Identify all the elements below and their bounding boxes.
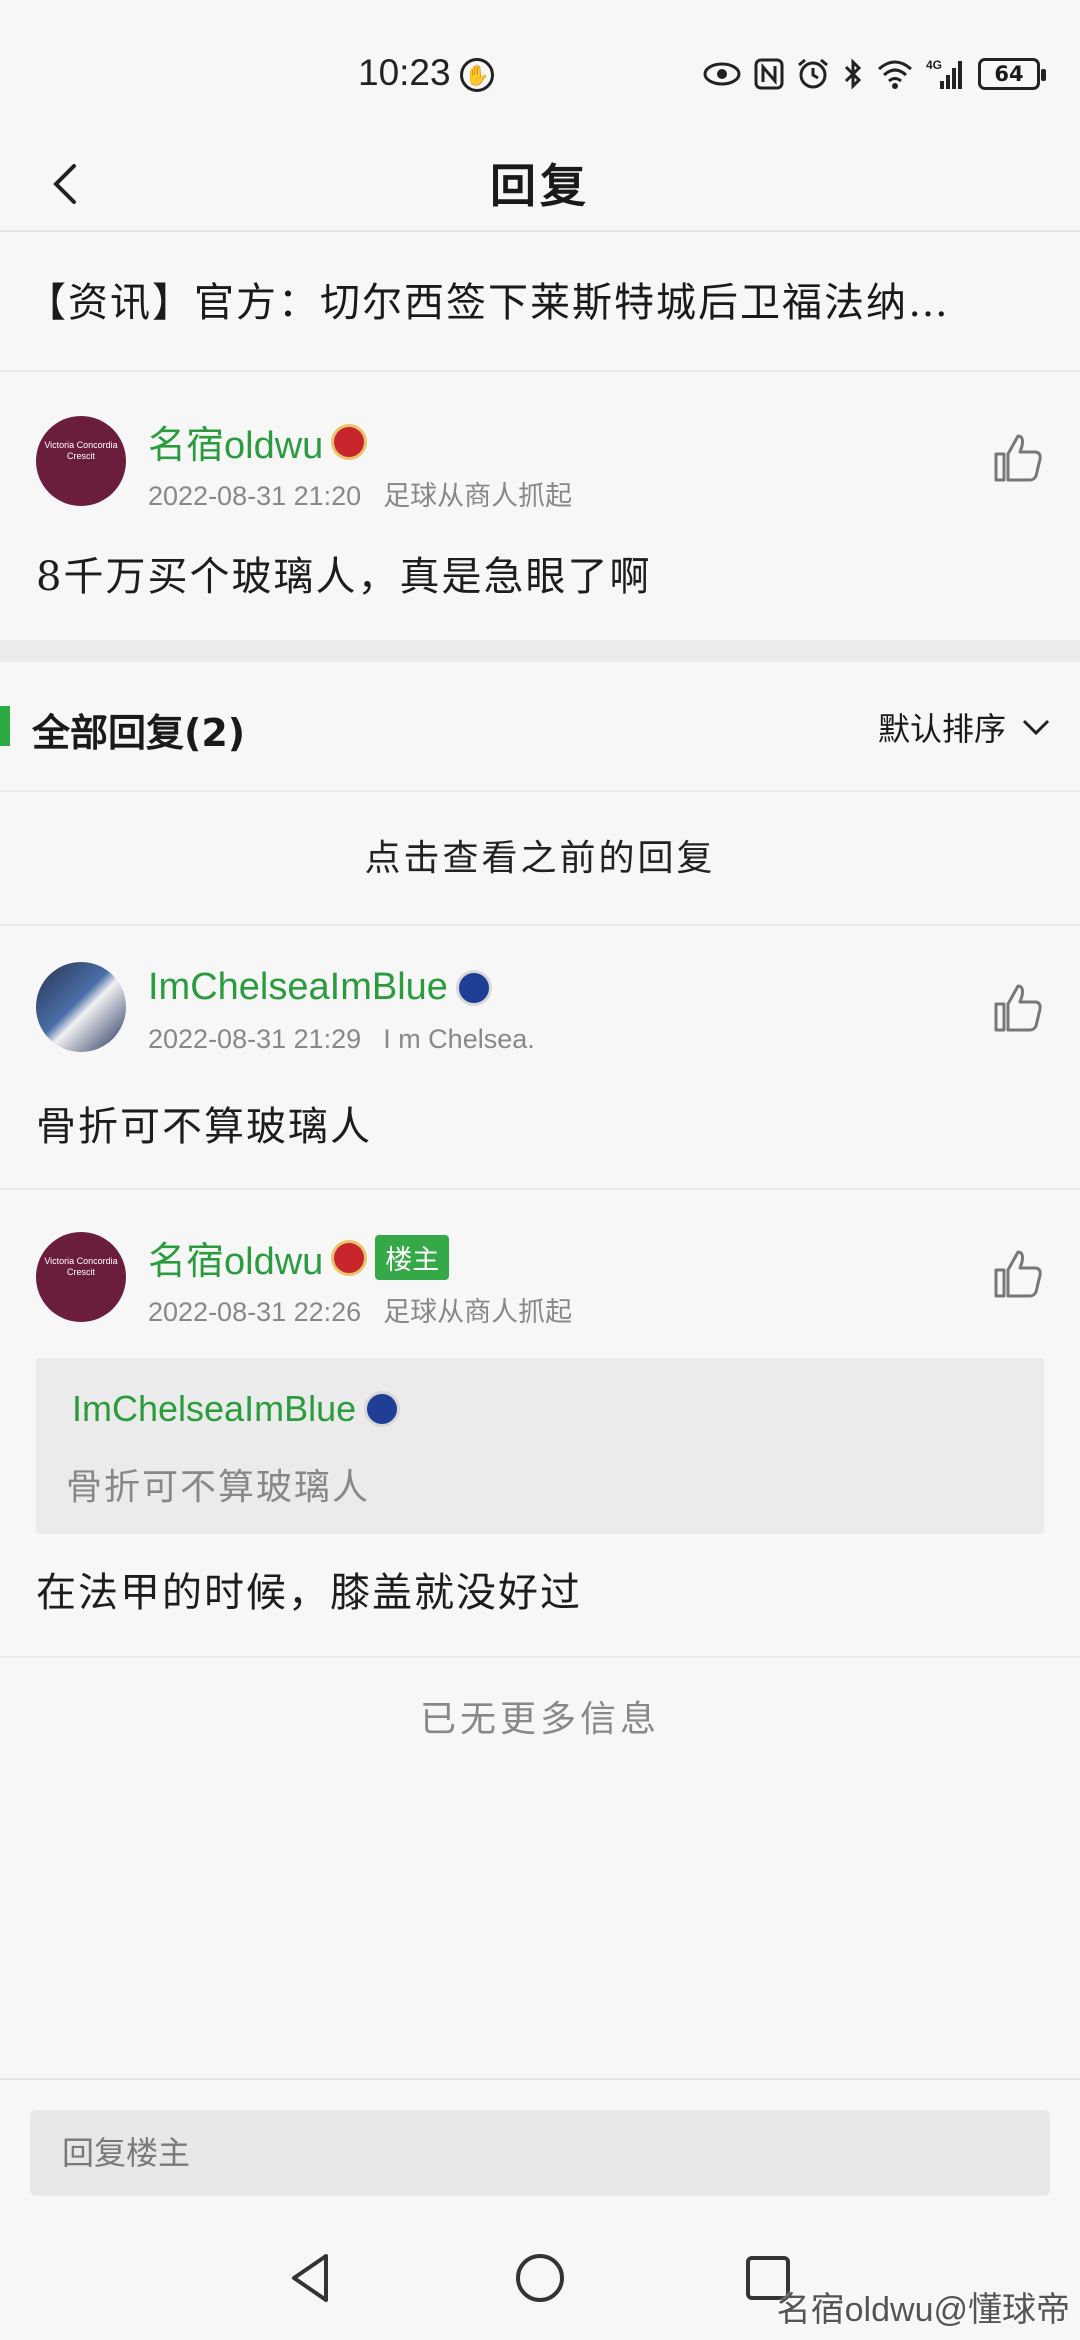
user-signature: 足球从商人抓起 [383, 1297, 573, 1327]
triangle-back-icon [292, 2254, 328, 2302]
quoted-username: ImChelseaImBlue [72, 1388, 401, 1430]
username-label: ImChelseaImBlue [148, 966, 448, 1008]
comment-meta: 2022-08-31 21:29 I m Chelsea. [148, 1024, 535, 1055]
status-bar: 10:23 ✋ 4G 64 [0, 0, 1080, 140]
avatar-text: Victoria Concordia Crescit [44, 1256, 118, 1277]
comment-meta: 2022-08-31 21:20 足球从商人抓起 [148, 474, 572, 513]
comment-text: 骨折可不算玻璃人 [36, 1104, 372, 1150]
username-label: 名宿oldwu [148, 425, 324, 467]
user-signature: I m Chelsea. [383, 1024, 535, 1054]
thumbs-up-icon [994, 984, 1042, 1032]
alarm-icon [796, 56, 830, 92]
nav-back-button[interactable] [282, 2248, 342, 2308]
timestamp: 2022-08-31 21:29 [148, 1024, 362, 1054]
replies-header: 全部回复(2) 默认排序 [0, 662, 1080, 792]
circle-home-icon [516, 2254, 564, 2302]
gesture-icon: ✋ [460, 58, 494, 92]
user-signature: 足球从商人抓起 [383, 481, 573, 511]
avatar-text: Victoria Concordia Crescit [44, 440, 118, 461]
avatar[interactable]: Victoria Concordia Crescit [36, 1232, 126, 1322]
chelsea-badge-icon [455, 969, 492, 1006]
like-button[interactable] [990, 430, 1046, 486]
top-app-bar: 回复 [0, 140, 1080, 232]
quoted-text: 骨折可不算玻璃人 [66, 1467, 371, 1508]
original-comment: Victoria Concordia Crescit 名宿oldwu 2022-… [0, 374, 1080, 640]
nav-home-button[interactable] [510, 2248, 570, 2308]
sort-dropdown[interactable]: 默认排序 [878, 704, 1052, 750]
bluetooth-icon [842, 56, 864, 92]
comment-text: 在法甲的时候，膝盖就没好过 [36, 1570, 582, 1616]
network-type: 4G [926, 58, 942, 72]
watermark: 名宿oldwu@懂球帝 [776, 2291, 1070, 2329]
comment-text: 8千万买个玻璃人，真是急眼了啊 [36, 554, 652, 600]
thumbs-up-icon [994, 434, 1042, 482]
timestamp: 2022-08-31 22:26 [148, 1297, 362, 1327]
chelsea-badge-icon [364, 1391, 401, 1427]
section-marker [0, 706, 10, 746]
replies-count-label: 全部回复(2) [32, 711, 246, 755]
username[interactable]: ImChelseaImBlue [148, 966, 492, 1009]
section-divider [0, 640, 1080, 662]
reply-input[interactable] [30, 2110, 1050, 2196]
username[interactable]: 名宿oldwu [148, 414, 368, 469]
arsenal-badge-icon [331, 423, 368, 460]
avatar[interactable] [36, 962, 126, 1052]
eye-icon [702, 56, 742, 92]
reply-item: ImChelseaImBlue 2022-08-31 21:29 I m Chel… [0, 926, 1080, 1188]
timestamp: 2022-08-31 21:20 [148, 481, 362, 511]
divider [0, 1656, 1080, 1658]
status-icons: 4G 64 [702, 56, 1046, 92]
username[interactable]: 名宿oldwu 楼主 [148, 1230, 450, 1285]
post-title: 【资讯】官方：切尔西签下莱斯特城后卫福法纳… [26, 280, 950, 326]
status-time: 10:23 [358, 52, 451, 93]
wifi-icon [876, 56, 914, 92]
nfc-icon [754, 56, 784, 92]
signal-icon: 4G [926, 56, 966, 92]
quoted-username-label: ImChelseaImBlue [72, 1388, 357, 1429]
page-title: 回复 [490, 159, 590, 213]
sort-label: 默认排序 [877, 710, 1006, 748]
arsenal-badge-icon [331, 1239, 368, 1276]
battery-icon: 64 [978, 58, 1046, 90]
chevron-down-icon [1022, 719, 1050, 736]
thumbs-up-icon [994, 1250, 1042, 1298]
load-previous-replies[interactable]: 点击查看之前的回复 [0, 794, 1080, 924]
post-title-link[interactable]: 【资讯】官方：切尔西签下莱斯特城后卫福法纳… [0, 234, 1080, 372]
like-button[interactable] [990, 1246, 1046, 1302]
like-button[interactable] [990, 980, 1046, 1036]
username-label: 名宿oldwu [148, 1241, 324, 1283]
avatar[interactable]: Victoria Concordia Crescit [36, 416, 126, 506]
no-more-info: 已无更多信息 [419, 1699, 660, 1740]
quoted-reply[interactable]: ImChelseaImBlue 骨折可不算玻璃人 [36, 1358, 1044, 1534]
op-badge: 楼主 [375, 1235, 450, 1280]
comment-meta: 2022-08-31 22:26 足球从商人抓起 [148, 1290, 572, 1329]
